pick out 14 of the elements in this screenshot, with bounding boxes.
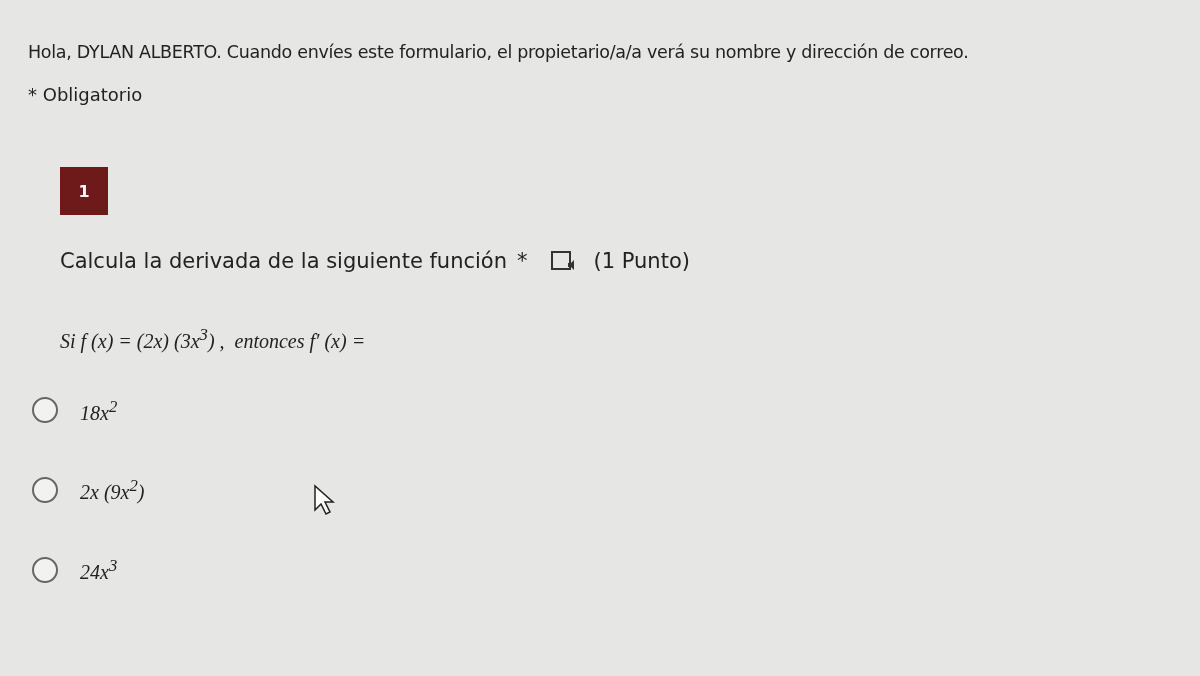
radio-button[interactable] <box>32 397 58 424</box>
radio-button[interactable] <box>32 556 58 583</box>
option-label: 18x$^{2}$ <box>80 396 118 425</box>
required-note: * Obligatorio <box>28 84 144 105</box>
option-label: 2x (9x$^{2}$) <box>80 476 145 504</box>
points-label: (1 Punto) <box>593 249 690 273</box>
question-title: Calcula la derivada de la siguiente función <box>60 249 508 273</box>
question-statement: Si f (x) = (2x) (3x$^{3}$) , entonces f′ (x) = <box>60 325 367 353</box>
question-number: 1 <box>60 167 108 215</box>
greeting-text: Hola, DYLAN ALBERTO. Cuando envíes este formulario, el propietario/a/a verá su nombre y dirección de correo. <box>28 42 970 62</box>
radio-button[interactable] <box>32 477 58 504</box>
required-mark: * <box>517 249 528 273</box>
mouse-pointer-icon <box>313 484 335 516</box>
option-label: 24x$^{3}$ <box>80 555 118 584</box>
